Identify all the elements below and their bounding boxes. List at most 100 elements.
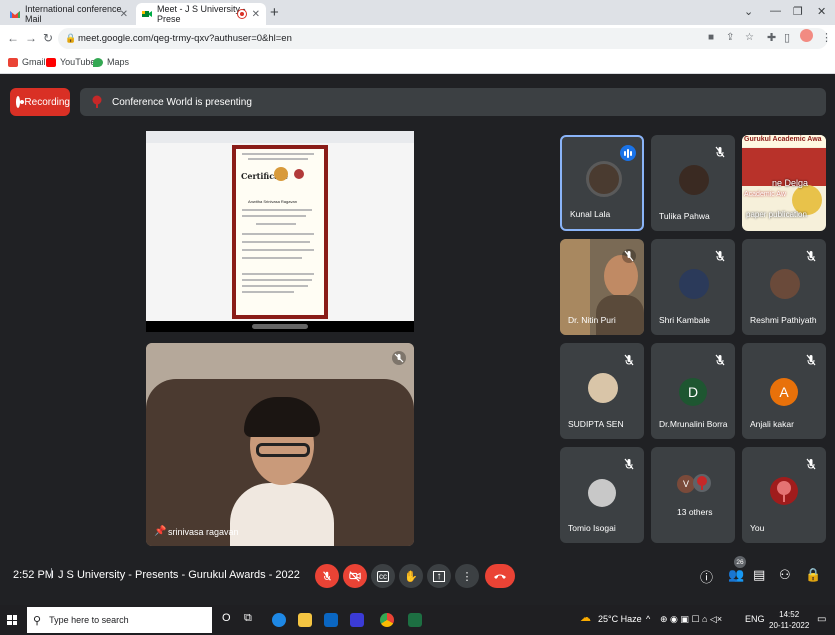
taskbar-date: 20-11-2022 [769,621,810,630]
cortana-icon[interactable]: O [222,612,231,624]
reload-icon[interactable]: ↻ [43,31,53,45]
participant-name: SUDIPTA SEN [568,419,624,429]
participant-tile-shri-kambale[interactable]: Shri Kambale [651,239,735,335]
address-bar[interactable]: 🔒 meet.google.com/qeg-trmy-qxv?authuser=… [58,28,828,49]
certificate: Certificate Anwitha Srinivasa Ragavan [236,149,324,315]
meeting-details-icon[interactable]: ⓘ [700,567,713,586]
more-options-button[interactable]: ⋮ [455,564,479,588]
profile-avatar[interactable] [800,29,813,42]
excel-icon[interactable] [408,613,422,627]
bookmark-youtube[interactable]: YouTube [46,57,95,67]
camera-indicator-icon[interactable]: ■ [708,32,714,43]
tab-gmail[interactable]: International conference Mail ✕ [4,3,134,25]
side-panel-icon[interactable]: ▯ [784,31,790,44]
participant-name: You [750,523,765,533]
participant-tile-reshmi-pathiyath[interactable]: Reshmi Pathiyath [742,239,826,335]
minimize-button[interactable]: — [770,5,781,17]
video-person-glasses [256,443,310,457]
more-vert-icon: ⋮ [461,570,473,583]
taskbar-clock[interactable]: 14:52 20-11-2022 [769,609,809,631]
tab-meet[interactable]: Meet - J S University - Prese ✕ [136,3,266,25]
avatar-letter: A [770,378,798,406]
camera-toggle-button[interactable] [343,564,367,588]
close-tab-icon[interactable]: ✕ [120,9,128,20]
avatar [770,269,800,299]
url-text: meet.google.com/qeg-trmy-qxv?authuser=0&… [78,33,292,44]
avatar [679,269,709,299]
language-indicator[interactable]: ENG [745,614,765,624]
recording-badge[interactable]: Recording [10,88,70,116]
show-hidden-icons-chevron[interactable]: ^ [646,614,650,624]
bookmark-maps[interactable]: Maps [93,57,129,67]
pdf-viewer-controls[interactable] [146,321,414,332]
present-screen-icon: ↑ [433,570,445,582]
pin-icon[interactable]: 📌 [154,526,166,537]
certificate-text-line [242,209,312,211]
back-arrow-icon[interactable]: ← [7,31,19,45]
camera-off-icon [349,571,361,582]
participant-tile-you[interactable]: You [742,447,826,543]
microphone-toggle-button[interactable] [315,564,339,588]
hand-icon: ✋ [404,570,418,583]
close-window-button[interactable]: ✕ [817,5,826,18]
bookmarks-bar: Gmail YouTube Maps [0,52,835,74]
participant-tile-others[interactable]: V 13 others [651,447,735,543]
mail-icon[interactable] [324,613,338,627]
new-tab-button[interactable]: + [270,4,279,21]
participant-tile-mrunalini-borra[interactable]: D Dr.Mrunalini Borra [651,343,735,439]
edge-icon[interactable] [272,613,286,627]
conference-logo-icon [92,95,102,108]
notifications-icon[interactable]: ▭ [817,614,826,625]
system-tray-icons[interactable]: ⊕ ◉ ▣ ☐ ⌂ ◁× [660,614,722,625]
participant-tile-tomio-isogai[interactable]: Tomio Isogai [560,447,644,543]
tab-search-chevron-icon[interactable]: ⌄ [744,5,753,18]
windows-start-icon[interactable] [7,615,17,625]
search-icon: ⚲ [33,614,42,627]
weather-icon[interactable]: ☁ [580,611,591,624]
certificate-text-line [256,223,296,225]
close-tab-icon[interactable]: ✕ [252,9,260,20]
participant-tile-banner[interactable]: Gurukul Academic Awa Academic Aw ne Delg… [742,135,826,231]
file-explorer-icon[interactable] [298,613,312,627]
present-now-button[interactable]: ↑ [427,564,451,588]
taskbar-search-box[interactable]: ⚲ Type here to search [27,607,212,633]
participant-tile-anjali-kakar[interactable]: A Anjali kakar [742,343,826,439]
tab-title: International conference Mail [25,4,122,24]
maps-pin-icon [93,57,103,67]
weather-text[interactable]: 25°C Haze [598,614,642,624]
raise-hand-button[interactable]: ✋ [399,564,423,588]
mic-off-icon [622,249,636,263]
meeting-clock: 2:52 PM [13,569,54,581]
activities-icon[interactable]: ⚇ [779,567,791,583]
people-icon[interactable]: 👥 [728,567,744,583]
host-controls-icon[interactable]: 🔒 [805,567,821,583]
participant-name: srinivasa ragavan [168,527,239,537]
extensions-puzzle-icon[interactable]: ✚ [767,31,776,44]
bookmark-star-icon[interactable]: ☆ [745,32,754,43]
more-menu-icon[interactable]: ⋮ [821,31,832,44]
participant-tile-sudipta-sen[interactable]: SUDIPTA SEN [560,343,644,439]
forward-arrow-icon[interactable]: → [25,31,37,45]
pinned-video-tile[interactable]: 📌 srinivasa ragavan [146,343,414,546]
captions-button[interactable]: cc [371,564,395,588]
participant-tile-tulika-pahwa[interactable]: Tulika Pahwa [651,135,735,231]
participant-name: Dr. Nitin Puri [568,315,616,325]
zoom-slider[interactable] [252,324,308,329]
mic-off-icon [715,354,725,366]
leave-call-button[interactable] [485,564,515,588]
certificate-header-line [248,158,308,160]
chrome-icon[interactable] [380,613,394,627]
participant-tile-kunal-lala[interactable]: Kunal Lala [560,135,644,231]
chat-icon[interactable]: ▤ [753,567,765,583]
task-view-icon[interactable]: ⧉ [244,612,252,625]
presenting-text: Conference World is presenting [112,96,252,108]
lock-icon[interactable]: 🔒 [65,33,76,44]
share-icon[interactable]: ⇪ [726,32,734,43]
mic-off-icon [392,351,406,365]
app-icon[interactable] [350,613,364,627]
certificate-text-line [242,257,302,259]
participant-tile-nitin-puri[interactable]: Dr. Nitin Puri [560,239,644,335]
bookmark-gmail[interactable]: Gmail [8,57,46,67]
maximize-button[interactable]: ❐ [793,5,803,18]
divider: | [50,567,53,579]
